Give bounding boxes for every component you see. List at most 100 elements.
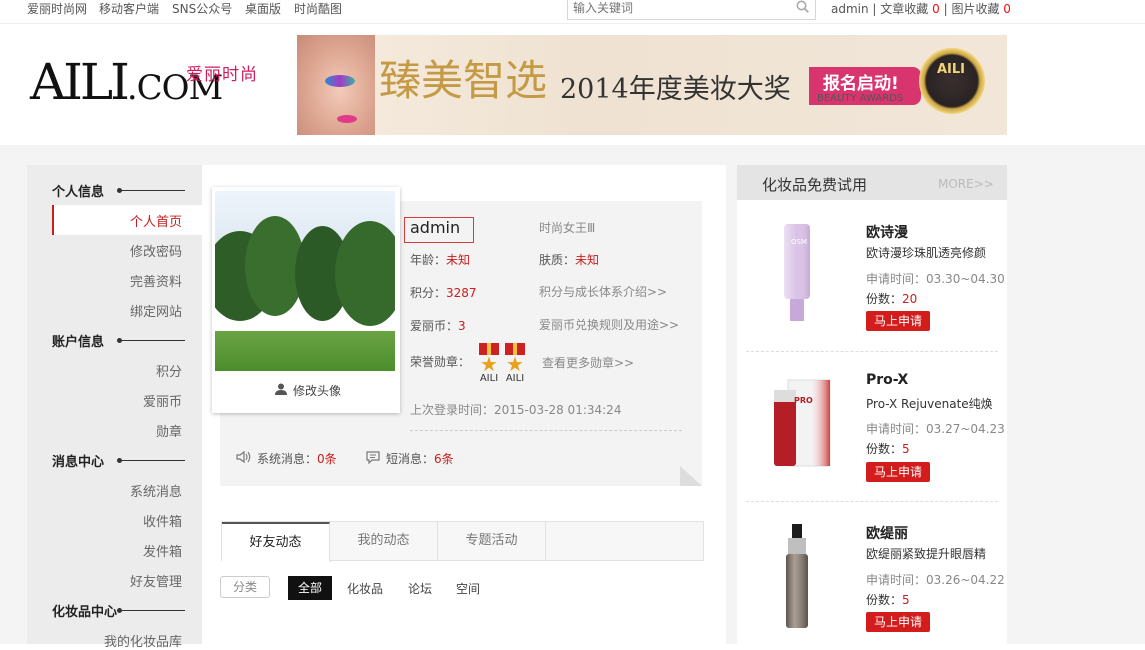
sidebar-item-medals[interactable]: 勋章 (156, 421, 182, 440)
trial-more-link[interactable]: MORE>> (938, 177, 994, 191)
product-count: 份数：20 (866, 290, 917, 307)
activity-tabs: 好友动态 我的动态 专题活动 (221, 521, 704, 562)
top-link-cool-pics[interactable]: 时尚酷图 (294, 0, 342, 17)
sidebar-item-home[interactable]: 个人首页 (130, 211, 182, 230)
product-count-label: 份数： (866, 442, 903, 456)
tab-special-events[interactable]: 专题活动 (438, 522, 546, 561)
product-count-value: 5 (902, 442, 910, 456)
sidebar-item-password[interactable]: 修改密码 (130, 241, 182, 260)
product-image[interactable]: OSM (748, 218, 848, 333)
product-image[interactable]: PRO (748, 368, 848, 483)
age-row: 年龄：未知 (410, 251, 470, 268)
sidebar-item-points[interactable]: 积分 (156, 361, 182, 380)
product-brand: Pro-X (866, 372, 909, 388)
sidebar-item-system-msg[interactable]: 系统消息 (130, 481, 182, 500)
speaker-icon (236, 450, 251, 464)
points-value: 3287 (446, 286, 477, 300)
user-name-link[interactable]: admin (831, 2, 869, 16)
product-brand: 欧诗漫 (866, 225, 908, 241)
logo-chinese: 爱丽时尚 (186, 65, 258, 85)
user-bar: admin | 文章收藏 0 | 图片收藏 0 (831, 2, 1011, 16)
product-date: 申请时间：03.30~04.30 (866, 270, 1005, 287)
banner-cta: 报名启动! (823, 74, 899, 94)
banner-ad[interactable]: 臻美智选 2014年度美妆大奖 报名启动! BEAUTY AWARDS AILI (297, 35, 1007, 135)
product-count-value: 20 (902, 292, 918, 306)
sidebar-section-account: 账户信息 (52, 335, 105, 350)
apply-button[interactable]: 马上申请 (866, 612, 930, 632)
sidebar-section-personal: 个人信息 (52, 185, 105, 200)
points-label: 积分： (410, 286, 447, 300)
sidebar-item-bind-site[interactable]: 绑定网站 (130, 301, 182, 320)
trial-title: 化妆品免费试用 (762, 176, 868, 194)
tab-my-activity[interactable]: 我的动态 (330, 522, 438, 561)
medal-badge-icon[interactable]: ★ AILI (504, 343, 526, 384)
filter-space[interactable]: 空间 (456, 580, 480, 597)
product-date-value: 03.30~04.30 (926, 272, 1005, 286)
sidebar-item-friends[interactable]: 好友管理 (130, 571, 182, 590)
top-link-desktop[interactable]: 桌面版 (245, 0, 281, 17)
banner-title: 臻美智选 (379, 56, 548, 105)
product-date-label: 申请时间： (866, 573, 927, 587)
coins-info-link[interactable]: 爱丽币兑换规则及用途>> (539, 316, 679, 333)
short-msg-label: 短消息： (386, 452, 435, 466)
more-medals-link[interactable]: 查看更多勋章>> (542, 354, 634, 371)
medal-badge-label: AILI (479, 373, 499, 384)
filter-forum[interactable]: 论坛 (408, 580, 432, 597)
top-link-sns[interactable]: SNS公众号 (172, 0, 232, 17)
edit-avatar-link[interactable]: 修改头像 (293, 382, 341, 399)
product-date-value: 03.26~04.22 (926, 573, 1005, 587)
product-name[interactable]: 欧诗漫珍珠肌透亮修颜 (866, 244, 986, 261)
fav-images-count: 0 (1003, 2, 1011, 16)
profile-username: admin (404, 217, 474, 243)
filter-category-label: 分类 (220, 576, 270, 598)
coins-value: 3 (458, 319, 466, 333)
apply-button[interactable]: 马上申请 (866, 462, 930, 482)
logo-text: AILI (30, 53, 130, 111)
points-info-link[interactable]: 积分与成长体系介绍>> (539, 283, 667, 300)
medal-label: AILI (937, 62, 966, 77)
age-label: 年龄： (410, 253, 447, 267)
product-image[interactable] (748, 518, 848, 633)
skin-value: 未知 (575, 253, 600, 267)
chat-icon (366, 451, 380, 464)
system-msg-count: 0条 (317, 452, 337, 466)
card-corner-fold (680, 466, 702, 486)
product-count: 份数：5 (866, 591, 910, 608)
search-box (567, 0, 816, 20)
sidebar-item-coins[interactable]: 爱丽币 (143, 391, 182, 410)
product-date: 申请时间：03.26~04.22 (866, 571, 1005, 588)
medals-label: 荣誉勋章： (410, 355, 471, 369)
top-link-aili[interactable]: 爱丽时尚网 (27, 0, 87, 17)
short-msg-count: 6条 (434, 452, 454, 466)
top-link-mobile[interactable]: 移动客户端 (99, 0, 159, 17)
user-icon (275, 383, 287, 395)
svg-text:PRO: PRO (794, 396, 813, 405)
filter-cosmetics[interactable]: 化妆品 (347, 580, 383, 597)
sidebar-item-outbox[interactable]: 发件箱 (143, 541, 182, 560)
product-name[interactable]: Pro-X Rejuvenate纯焕 (866, 395, 993, 412)
product-count: 份数：5 (866, 440, 910, 457)
sidebar-item-inbox[interactable]: 收件箱 (143, 511, 182, 530)
fav-articles-link[interactable]: 文章收藏 (880, 2, 928, 16)
search-input[interactable] (573, 0, 788, 16)
fav-articles-count: 0 (932, 2, 940, 16)
tab-friends-activity[interactable]: 好友动态 (222, 522, 330, 562)
short-msg-row[interactable]: 短消息：6条 (386, 450, 454, 467)
profile-rank: 时尚女王Ⅲ (539, 221, 596, 235)
sidebar-item-profile[interactable]: 完善资料 (130, 271, 182, 290)
search-icon[interactable] (796, 0, 809, 13)
medal-badge-icon[interactable]: ★ AILI (478, 343, 500, 384)
product-date-label: 申请时间： (866, 422, 927, 436)
product-name[interactable]: 欧缇丽紧致提升眼唇精 (866, 545, 986, 562)
system-msg-label: 系统消息： (257, 452, 318, 466)
banner-subtitle: 2014年度美妆大奖 (560, 74, 791, 105)
apply-button[interactable]: 马上申请 (866, 311, 930, 331)
sidebar-item-my-cosmetics[interactable]: 我的化妆品库 (104, 631, 182, 650)
fav-images-link[interactable]: 图片收藏 (951, 2, 999, 16)
sidebar-section-messages: 消息中心 (52, 455, 105, 470)
filter-all[interactable]: 全部 (288, 576, 332, 600)
age-value: 未知 (446, 253, 471, 267)
product-count-label: 份数： (866, 593, 903, 607)
avatar-image[interactable] (215, 191, 395, 371)
system-msg-row[interactable]: 系统消息：0条 (257, 450, 337, 467)
